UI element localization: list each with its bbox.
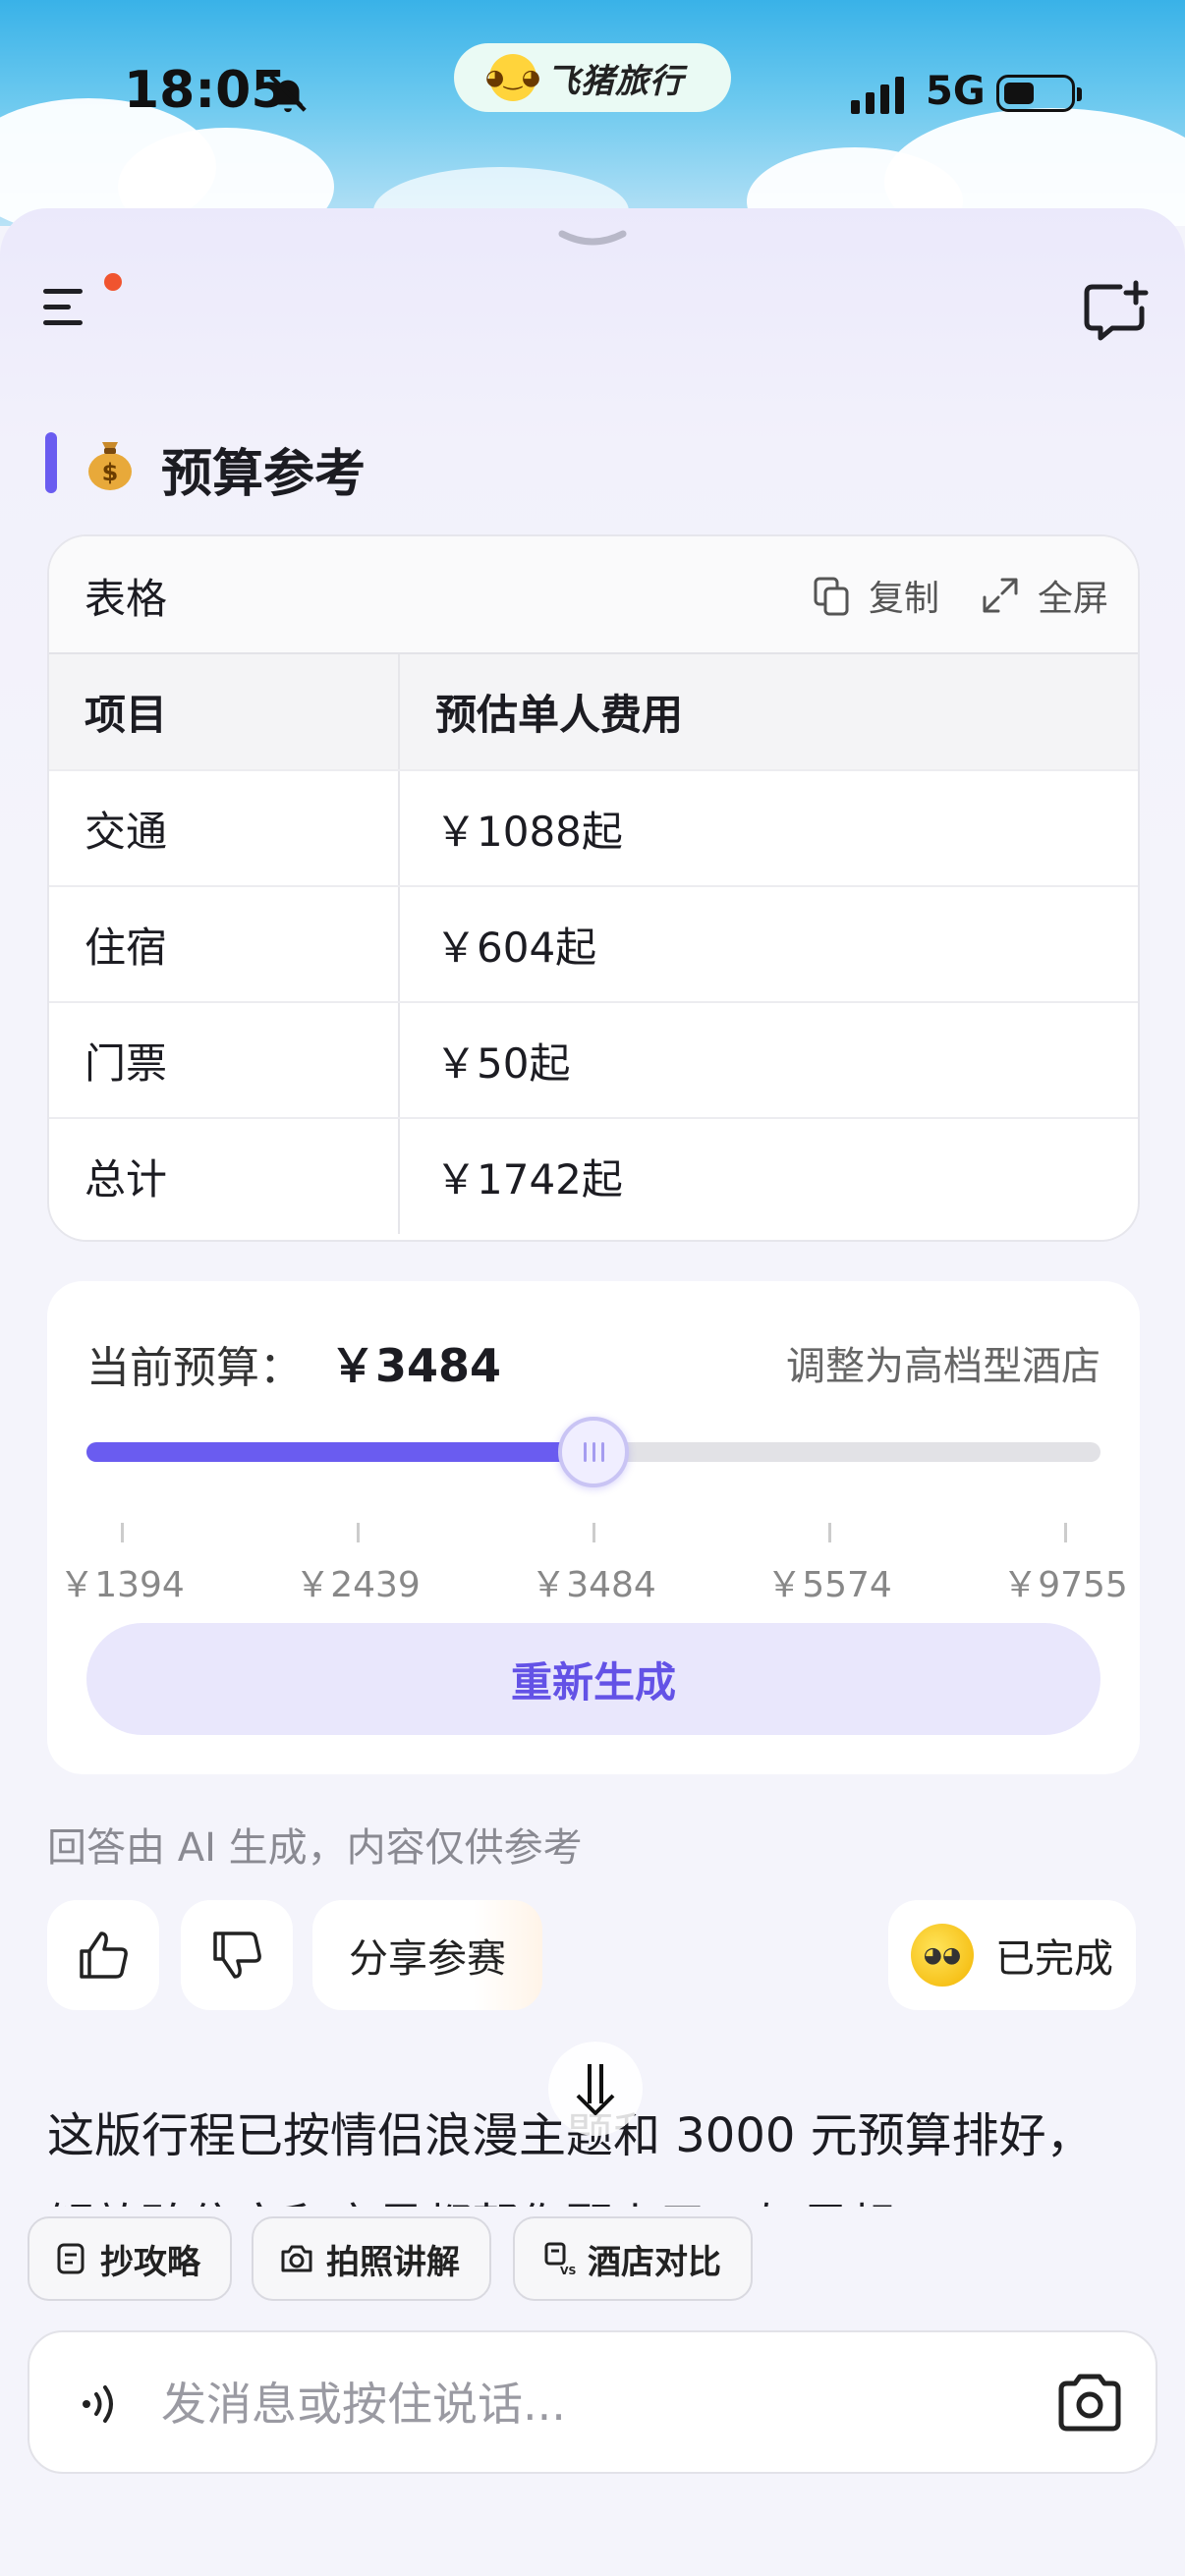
column-header: 预估单人费用 — [399, 654, 1138, 771]
table-cell: 总计 — [49, 1118, 400, 1234]
thumbs-down-icon — [213, 1932, 261, 1979]
collapse-chevron-icon[interactable] — [556, 228, 629, 252]
table-cell: ￥50起 — [399, 1002, 1138, 1119]
budget-table-card: 表格 复制 全屏 项目 预估单人费用 交通 ￥1088起 住宿 ￥604起 门票… — [47, 534, 1140, 1242]
budget-slider-card: 当前预算： ￥3484 调整为高档型酒店 重新生成 ￥1394 ￥2439 ￥348… — [47, 1281, 1140, 1774]
app-pill[interactable]: ◕‿◕ 飞猪旅行 — [454, 43, 731, 112]
status-time: 18:05 — [124, 61, 287, 120]
fullscreen-label: 全屏 — [1038, 579, 1109, 619]
table-cell: ￥604起 — [399, 886, 1138, 1003]
regenerate-button[interactable]: 重新生成 — [86, 1623, 1100, 1735]
current-budget-value: ￥3484 — [330, 1339, 502, 1392]
notification-dot — [104, 273, 122, 291]
slider-tick-label[interactable]: ￥1394 — [59, 1556, 185, 1607]
budget-slider-track[interactable] — [86, 1417, 1100, 1487]
pig-logo-icon: ◕‿◕ — [485, 54, 540, 101]
voice-icon[interactable] — [75, 2378, 128, 2431]
slider-tick-label[interactable]: ￥5574 — [766, 1556, 892, 1607]
slider-tick-label[interactable]: ￥3484 — [531, 1556, 656, 1607]
arrow-down-icon — [576, 2064, 615, 2115]
adjust-hotel-link[interactable]: 调整为高档型酒店 — [786, 1334, 1100, 1391]
section-title: 预算参考 — [161, 445, 367, 504]
table-row: 交通 ￥1088起 — [49, 770, 1138, 887]
table-cell: ￥1742起 — [435, 1155, 623, 1204]
table-header-bar: 表格 复制 全屏 — [49, 536, 1138, 654]
current-budget-label: 当前预算： — [86, 1343, 303, 1393]
message-input-bar — [28, 2330, 1157, 2474]
mascot-avatar-icon: ◕◕ — [911, 1924, 974, 1987]
share-contest-button[interactable]: 分享参赛 — [312, 1900, 542, 2010]
slider-tick-label[interactable]: ￥9755 — [1002, 1556, 1128, 1607]
table-title: 表格 — [85, 575, 168, 623]
slider-tick — [121, 1523, 124, 1542]
column-header: 项目 — [49, 654, 400, 771]
table-row: 门票 ￥50起 — [49, 1002, 1138, 1119]
hotel-compare-chip[interactable]: VS 酒店对比 — [513, 2216, 753, 2301]
network-type: 5G — [926, 69, 986, 114]
budget-table: 项目 预估单人费用 交通 ￥1088起 住宿 ￥604起 门票 ￥50起 总计 … — [49, 654, 1138, 1234]
completed-label: 已完成 — [995, 1936, 1113, 1982]
copy-label: 复制 — [869, 579, 940, 619]
svg-text:VS: VS — [560, 2265, 576, 2276]
section-accent-bar — [45, 432, 57, 493]
photo-explain-chip[interactable]: 拍照讲解 — [252, 2216, 491, 2301]
menu-icon[interactable] — [43, 285, 98, 332]
scroll-to-bottom-button[interactable] — [548, 2042, 643, 2136]
ai-disclaimer: 回答由 AI 生成，内容仅供参考 — [47, 1825, 583, 1871]
dislike-button[interactable] — [181, 1900, 293, 2010]
app-pill-label: 飞猪旅行 — [546, 61, 684, 101]
chip-label: 拍照讲解 — [326, 2242, 460, 2282]
like-button[interactable] — [47, 1900, 159, 2010]
chip-label: 酒店对比 — [588, 2242, 721, 2282]
silent-bell-icon — [269, 75, 307, 113]
notes-icon — [57, 2243, 85, 2274]
table-cell: 交通 — [49, 770, 400, 887]
new-chat-icon[interactable] — [1081, 279, 1150, 342]
hotel-compare-icon: VS — [544, 2242, 576, 2276]
fullscreen-button[interactable]: 全屏 — [981, 570, 1108, 621]
chip-label: 抄攻略 — [100, 2242, 200, 2282]
thumbs-up-icon — [80, 1932, 128, 1979]
slider-tick — [592, 1523, 595, 1542]
budget-slider-fill — [86, 1442, 593, 1462]
table-cell: 住宿 — [49, 886, 400, 1003]
copy-icon — [814, 577, 849, 616]
message-input[interactable] — [159, 2368, 1047, 2440]
copy-guide-chip[interactable]: 抄攻略 — [28, 2216, 232, 2301]
table-cell: 门票 — [49, 1002, 400, 1119]
svg-text:$: $ — [102, 459, 119, 486]
slider-tick-label[interactable]: ￥2439 — [295, 1556, 421, 1607]
camera-icon[interactable] — [1055, 2372, 1124, 2435]
slider-tick — [1064, 1523, 1067, 1542]
table-row: 总计 ￥1742起 — [49, 1118, 1138, 1234]
camera-refresh-icon — [281, 2245, 312, 2272]
copy-button[interactable]: 复制 — [812, 570, 939, 621]
table-cell: ￥1088起 — [399, 770, 1138, 887]
completed-badge[interactable]: ◕◕ 已完成 — [888, 1900, 1136, 2010]
table-row: 住宿 ￥604起 — [49, 886, 1138, 1003]
expand-icon — [983, 578, 1018, 613]
budget-slider-thumb[interactable] — [558, 1417, 629, 1487]
battery-icon — [996, 75, 1082, 112]
slider-tick — [828, 1523, 831, 1542]
cellular-signal-icon — [851, 77, 904, 114]
money-bag-icon: $ — [88, 442, 132, 490]
table-header-row: 项目 预估单人费用 — [49, 654, 1138, 771]
slider-tick — [357, 1523, 360, 1542]
